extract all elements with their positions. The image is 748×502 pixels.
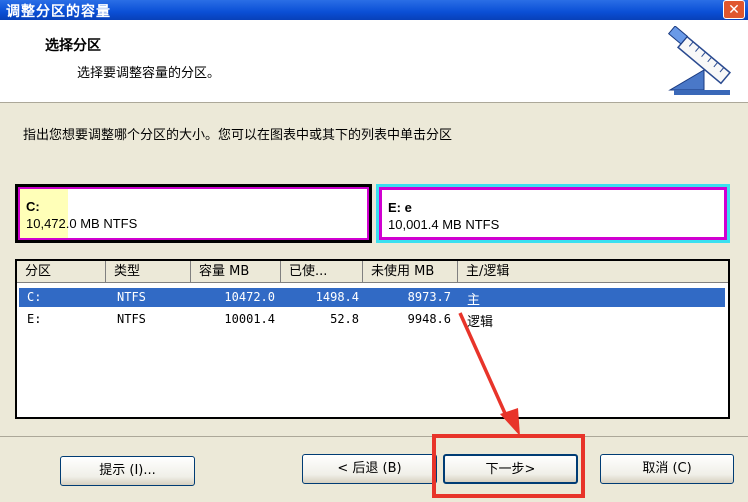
partition-c-info: 10,472.0 MB NTFS: [26, 216, 138, 231]
cell-partition: C:: [27, 290, 42, 304]
partition-c-label: C:: [26, 199, 40, 214]
page-subtitle: 选择要调整容量的分区。: [77, 66, 221, 81]
partition-e-label: E: e: [388, 200, 412, 215]
column-capacity[interactable]: 容量 MB: [191, 261, 281, 283]
table-row[interactable]: E: NTFS 10001.4 52.8 9948.6 逻辑: [19, 310, 725, 330]
footer-divider: [0, 436, 748, 437]
window-title: 调整分区的容量: [6, 4, 111, 20]
list-header: 分区 类型 容量 MB 已使... 未使用 MB 主/逻辑: [17, 261, 728, 284]
column-partition[interactable]: 分区: [17, 261, 106, 283]
cell-partition: E:: [27, 312, 42, 326]
partition-e-block[interactable]: E: e 10,001.4 MB NTFS: [376, 184, 730, 243]
column-kind[interactable]: 主/逻辑: [458, 261, 728, 283]
next-button-highlight: [432, 434, 585, 498]
cell-capacity: 10001.4: [224, 312, 275, 326]
cell-capacity: 10472.0: [224, 290, 275, 304]
cell-type: NTFS: [117, 312, 146, 326]
partition-e-info: 10,001.4 MB NTFS: [388, 217, 500, 232]
partition-e-border: E: e 10,001.4 MB NTFS: [379, 187, 727, 240]
column-unused[interactable]: 未使用 MB: [363, 261, 458, 283]
cell-kind: 逻辑: [467, 315, 494, 330]
resize-tool-icon: [667, 26, 732, 95]
hint-button[interactable]: 提示 (I)...: [60, 456, 195, 486]
cell-unused: 8973.7: [407, 290, 451, 304]
wizard-header: 选择分区 选择要调整容量的分区。: [0, 20, 748, 103]
cell-used: 1498.4: [315, 290, 359, 304]
title-bar: 调整分区的容量 ✕: [0, 0, 748, 20]
partition-list[interactable]: 分区 类型 容量 MB 已使... 未使用 MB 主/逻辑 C: NTFS 10…: [15, 259, 730, 419]
cell-type: NTFS: [117, 290, 146, 304]
back-button[interactable]: < 后退 (B): [302, 454, 437, 484]
cell-used: 52.8: [330, 312, 359, 326]
cancel-button[interactable]: 取消 (C): [600, 454, 734, 484]
column-type[interactable]: 类型: [106, 261, 191, 283]
close-button[interactable]: ✕: [723, 0, 745, 19]
cell-unused: 9948.6: [407, 312, 451, 326]
page-title: 选择分区: [45, 38, 101, 54]
instruction-text: 指出您想要调整哪个分区的大小。您可以在图表中或其下的列表中单击分区: [23, 128, 453, 143]
cell-kind: 主: [467, 293, 481, 308]
partition-c-block[interactable]: C: 10,472.0 MB NTFS: [15, 184, 372, 243]
partition-c-border: C: 10,472.0 MB NTFS: [18, 187, 369, 240]
table-row[interactable]: C: NTFS 10472.0 1498.4 8973.7 主: [19, 288, 725, 308]
column-used[interactable]: 已使...: [281, 261, 363, 283]
